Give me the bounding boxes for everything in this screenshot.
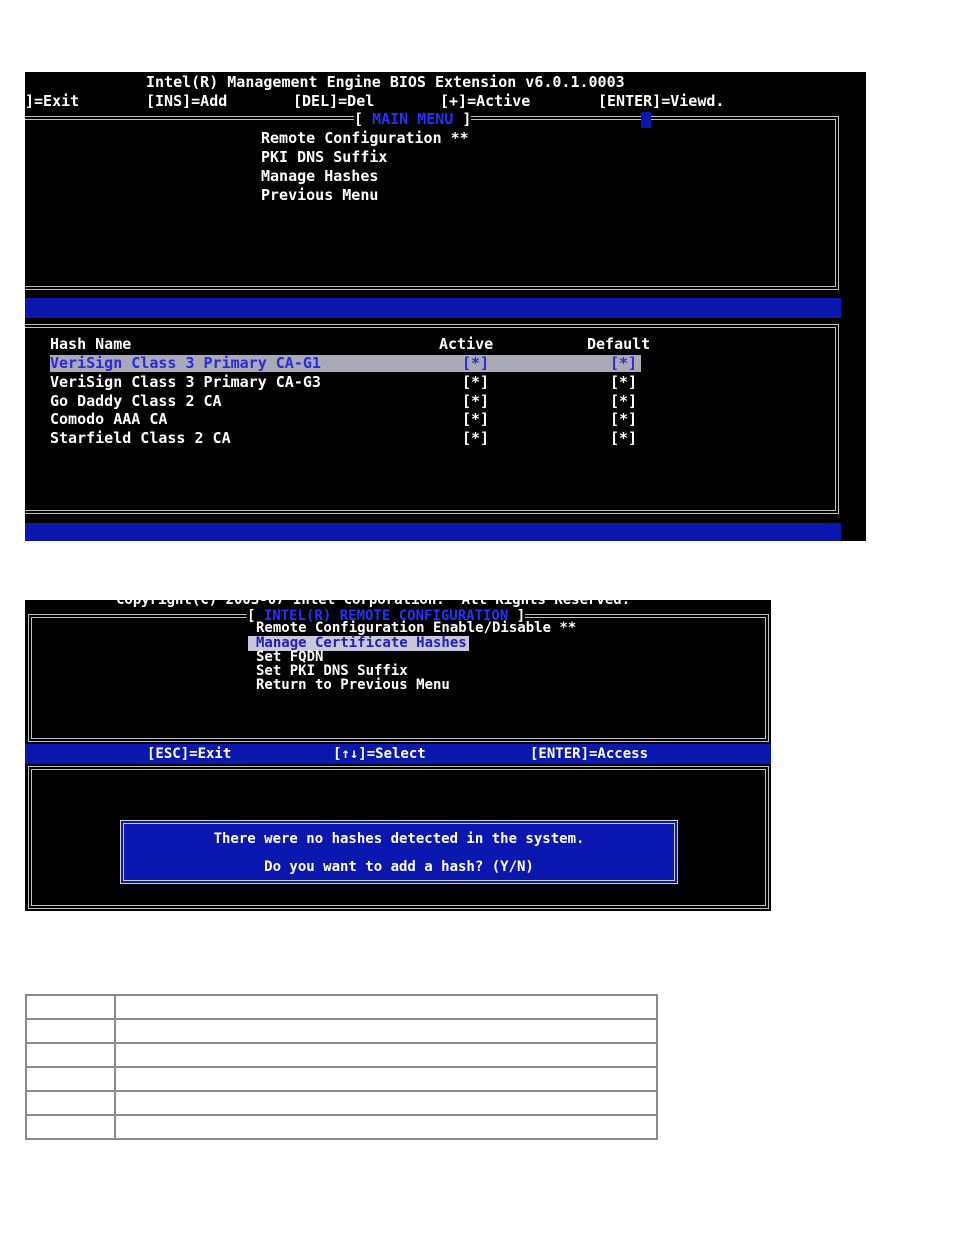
bottom-status-bar [25,523,841,541]
dialog-prompt[interactable]: Do you want to add a hash? (Y/N) [120,858,678,876]
dialog-message: There were no hashes detected in the sys… [213,831,585,847]
hash-row-active[interactable]: [*] [462,373,489,391]
table-cell [114,1066,658,1092]
table-row [25,1018,658,1044]
status-bar [25,298,841,318]
table-row [25,1042,658,1068]
table-row [25,1114,658,1140]
title-cursor-mark [641,112,651,128]
table-cell [114,1114,658,1140]
table-cell [25,1090,116,1116]
key-add[interactable]: [INS]=Add [146,92,227,110]
hash-row-name[interactable]: Go Daddy Class 2 CA [50,392,222,410]
key-enter-access[interactable]: [ENTER]=Access [530,745,648,763]
main-menu-title: [ MAIN MENU ] [354,110,472,128]
screen-right-margin [841,72,866,541]
header-title: Intel(R) Management Engine BIOS Extensio… [146,73,625,91]
menu-item-remote-configuration[interactable]: Remote Configuration ** [261,129,469,147]
hash-row-name[interactable]: VeriSign Class 3 Primary CA-G3 [50,373,321,391]
table-cell [114,1090,658,1116]
hash-row-name[interactable]: Starfield Class 2 CA [50,429,231,447]
table-cell [114,1042,658,1068]
column-header-hash-name: Hash Name [50,335,132,353]
table-cell [25,994,116,1020]
empty-table [25,994,658,1140]
hash-row-active[interactable]: [*] [462,429,489,447]
key-exit[interactable]: ]=Exit [25,92,79,110]
table-cell [25,1018,116,1044]
hash-row-default[interactable]: [*] [610,354,637,372]
hash-row-active[interactable]: [*] [462,392,489,410]
menu-item-return-to-previous-menu[interactable]: Return to Previous Menu [256,678,450,693]
key-arrows-select[interactable]: [↑↓]=Select [333,745,426,763]
hash-row-default[interactable]: [*] [610,373,637,391]
hash-row-name[interactable]: VeriSign Class 3 Primary CA-G1 [50,354,321,372]
key-view[interactable]: [ENTER]=Viewd. [598,92,724,110]
hash-row-default[interactable]: [*] [610,429,637,447]
table-cell [25,1114,116,1140]
hash-row-active[interactable]: [*] [462,410,489,428]
hash-row-name[interactable]: Comodo AAA CA [50,410,167,428]
hash-row-default[interactable]: [*] [610,410,637,428]
hash-row-default[interactable]: [*] [610,392,637,410]
bios-screen-main-menu: Intel(R) Management Engine BIOS Extensio… [25,72,866,541]
table-cell [25,1066,116,1092]
table-row [25,1090,658,1116]
key-active[interactable]: [+]=Active [440,92,530,110]
key-delete[interactable]: [DEL]=Del [293,92,374,110]
menu-item-previous-menu[interactable]: Previous Menu [261,186,378,204]
menu-item-manage-hashes[interactable]: Manage Hashes [261,167,378,185]
table-cell [25,1042,116,1068]
menu-item-pki-dns-suffix[interactable]: PKI DNS Suffix [261,148,387,166]
table-row [25,1066,658,1092]
key-escape-exit[interactable]: [ESC]=Exit [147,745,231,763]
table-row [25,994,658,1020]
bios-screen-remote-configuration: Copyright(C) 2003-07 Intel Corporation. … [25,600,771,911]
table-cell [114,1018,658,1044]
column-header-default: Default [587,335,651,353]
menu-item-remote-configuration-enable[interactable]: Remote Configuration Enable/Disable ** [256,621,576,636]
table-cell [114,994,658,1020]
hash-row-active[interactable]: [*] [462,354,489,372]
column-header-active: Active [439,335,494,353]
